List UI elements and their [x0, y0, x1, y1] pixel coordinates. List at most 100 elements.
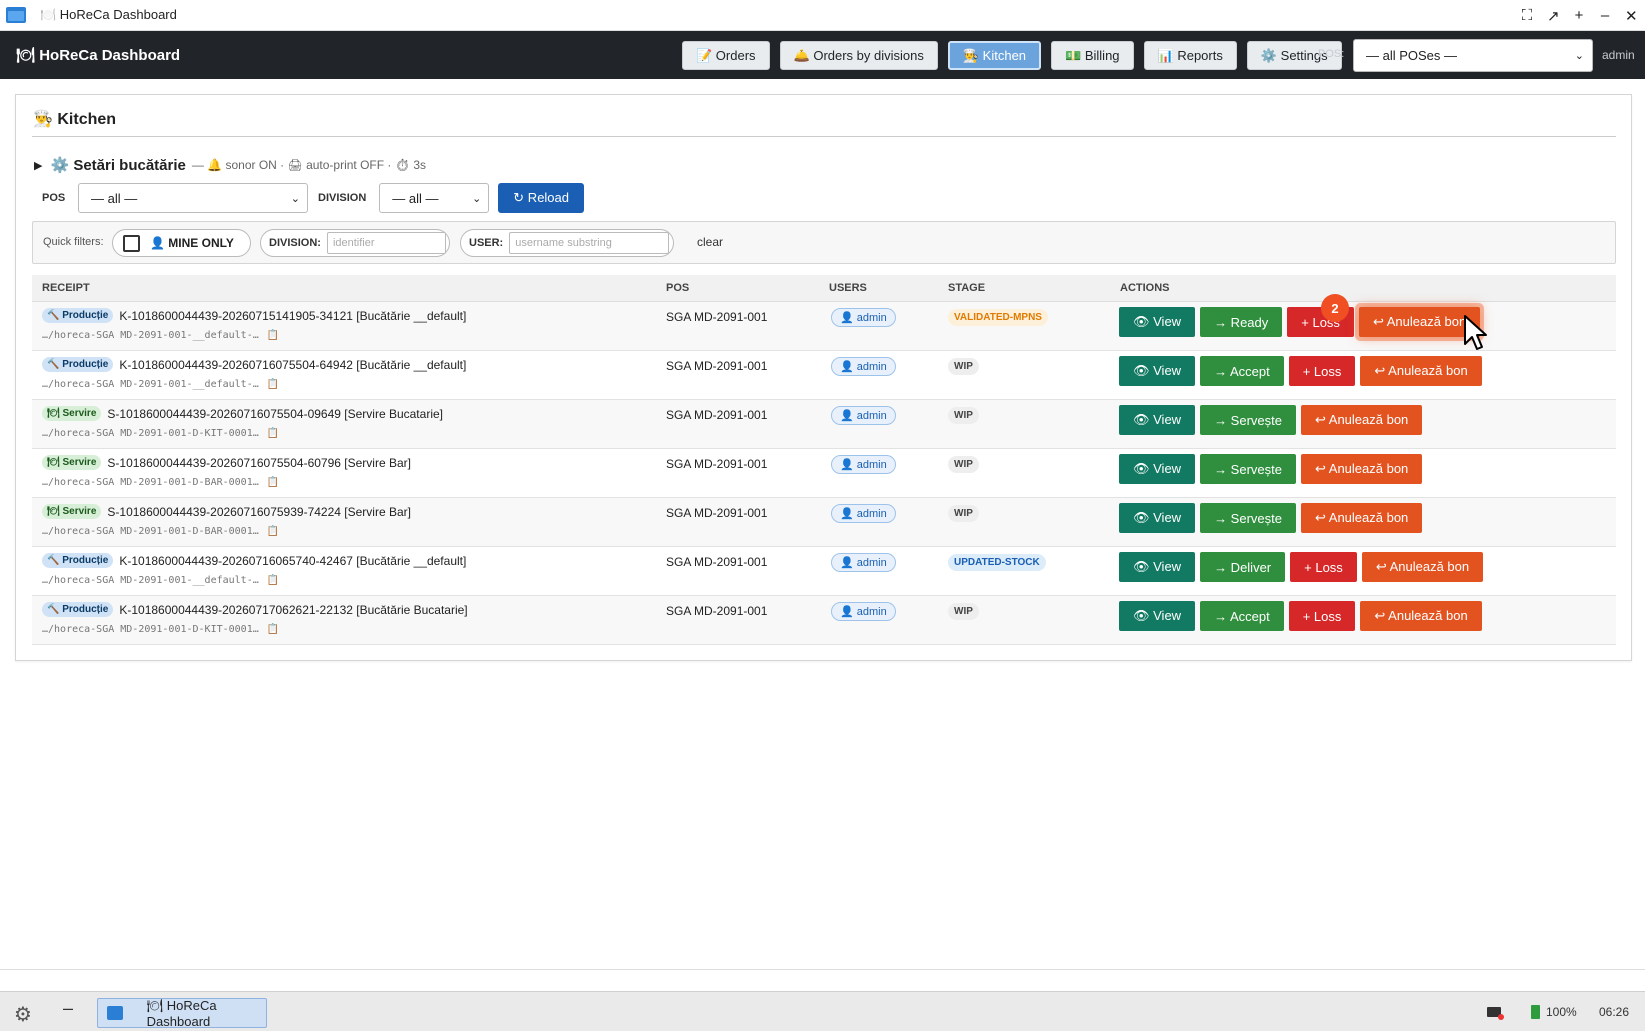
- expand-triangle-icon[interactable]: ▶: [34, 159, 42, 172]
- receipt-id[interactable]: K-1018600044439-20260716075504-64942 [Bu…: [119, 358, 466, 372]
- kitchen-settings-toggle[interactable]: ▶ ⚙️ Setări bucătărie — 🔔 sonor ON · 🖨 a…: [34, 156, 426, 174]
- row-pos: SGA MD-2091-001: [666, 359, 768, 373]
- receipt-id[interactable]: S-1018600044439-20260716075939-74224 [Se…: [107, 505, 411, 519]
- pos-filter-value: — all —: [91, 190, 138, 206]
- pos-select-label: POS:: [1318, 48, 1345, 60]
- view-button[interactable]: 👁 View: [1119, 405, 1196, 435]
- receipt-id[interactable]: K-1018600044439-20260715141905-34121 [Bu…: [119, 309, 466, 323]
- user-quick-input[interactable]: username substring: [509, 232, 670, 254]
- receipt-path-text: …/horeca-SGA MD-2091-001-__default-…: [42, 379, 259, 390]
- receipt-id[interactable]: S-1018600044439-20260716075504-60796 [Se…: [107, 456, 411, 470]
- receipt-cell: 🔨 Producție K-1018600044439-202607151419…: [42, 308, 466, 323]
- receipt-cell: 🔨 Producție K-1018600044439-202607160755…: [42, 357, 466, 372]
- copy-clipboard-icon[interactable]: 📋: [267, 330, 279, 341]
- next-stage-button[interactable]: → Ready: [1200, 307, 1283, 337]
- next-stage-button[interactable]: → Accept: [1200, 356, 1284, 386]
- cancel-receipt-button[interactable]: ↩ Anulează bon: [1360, 356, 1482, 386]
- reload-button[interactable]: ↻ Reload: [498, 183, 584, 213]
- receipt-type-badge: 🔨 Producție: [42, 357, 114, 372]
- view-button[interactable]: 👁 View: [1119, 454, 1196, 484]
- receipt-cell: 🔨 Producție K-1018600044439-202607160657…: [42, 553, 466, 568]
- copy-clipboard-icon[interactable]: 📋: [267, 428, 279, 439]
- copy-clipboard-icon[interactable]: 📋: [267, 477, 279, 488]
- minimize-icon[interactable]: –: [1599, 7, 1611, 24]
- view-button[interactable]: 👁 View: [1119, 552, 1196, 582]
- loss-button[interactable]: + Loss: [1288, 356, 1356, 386]
- next-stage-button[interactable]: → Deliver: [1200, 552, 1286, 582]
- next-stage-button[interactable]: → Servește: [1200, 503, 1296, 533]
- nav-orders-by-divisions-button[interactable]: 🛎️ Orders by divisions: [779, 41, 938, 70]
- quick-filters-bar: Quick filters: 👤 MINE ONLY DIVISION: ide…: [32, 221, 1616, 264]
- settings-gear-icon[interactable]: ⚙: [14, 1002, 32, 1027]
- receipt-path-text: …/horeca-SGA MD-2091-001-__default-…: [42, 575, 259, 586]
- next-stage-button[interactable]: → Servește: [1200, 454, 1296, 484]
- clear-filters-link[interactable]: clear: [697, 235, 723, 249]
- receipt-type-badge: 🍽 Servire: [42, 504, 102, 519]
- nav-kitchen-button[interactable]: 👨‍🍳 Kitchen: [947, 41, 1042, 70]
- division-filter-select[interactable]: — all — ⌄: [379, 183, 490, 213]
- table-row: 🔨 Producție K-1018600044439-202607170626…: [32, 596, 1616, 645]
- close-icon[interactable]: ✕: [1625, 7, 1638, 25]
- next-stage-button[interactable]: → Accept: [1200, 601, 1284, 631]
- loss-button[interactable]: + Loss: [1290, 552, 1357, 582]
- view-button[interactable]: 👁 View: [1119, 307, 1196, 337]
- stage-badge: WIP: [948, 505, 979, 522]
- row-pos: SGA MD-2091-001: [666, 408, 768, 422]
- cancel-receipt-button[interactable]: ↩ Anulează bon: [1300, 405, 1423, 435]
- battery-icon[interactable]: [1531, 1005, 1540, 1019]
- view-button[interactable]: 👁 View: [1119, 601, 1196, 631]
- quick-filters-label: Quick filters:: [43, 236, 104, 248]
- mine-only-toggle[interactable]: 👤 MINE ONLY: [112, 229, 251, 257]
- cancel-receipt-button[interactable]: ↩ Anulează bon: [1300, 503, 1423, 533]
- row-actions: 👁 View → Servește ↩ Anulează bon: [1119, 503, 1423, 533]
- division-filter-label: DIVISION: [318, 192, 367, 204]
- row-actions: 👁 View → Accept + Loss ↩ Anulează bon: [1119, 601, 1482, 631]
- next-stage-button[interactable]: → Servește: [1200, 405, 1296, 435]
- copy-clipboard-icon[interactable]: 📋: [267, 526, 279, 537]
- receipt-id[interactable]: S-1018600044439-20260716075504-09649 [Se…: [107, 407, 443, 421]
- pos-filter-select[interactable]: — all — ⌄: [78, 183, 308, 213]
- show-desktop-icon[interactable]: –: [63, 998, 73, 1019]
- loss-button[interactable]: + Loss: [1288, 601, 1356, 631]
- view-button[interactable]: 👁 View: [1119, 356, 1196, 386]
- user-quick-filter: USER: username substring: [460, 229, 674, 257]
- receipt-id[interactable]: K-1018600044439-20260716065740-42467 [Bu…: [119, 554, 466, 568]
- mine-only-checkbox[interactable]: [123, 234, 140, 252]
- division-quick-input[interactable]: identifier: [326, 232, 446, 254]
- network-disconnected-icon[interactable]: [1487, 1007, 1504, 1020]
- nav-billing-button[interactable]: 💵 Billing: [1051, 41, 1134, 70]
- window-titlebar: 🍽️ HoReCa Dashboard ⛶ ↗ + – ✕: [0, 0, 1645, 31]
- cancel-receipt-button[interactable]: ↩ Anulează bon: [1360, 601, 1482, 631]
- pos-global-select[interactable]: — all POSes — ⌄: [1353, 39, 1593, 72]
- user-badge: 👤 admin: [831, 602, 896, 621]
- nav-reports-button[interactable]: 📊 Reports: [1143, 41, 1237, 70]
- copy-clipboard-icon[interactable]: 📋: [267, 379, 279, 390]
- receipt-id[interactable]: K-1018600044439-20260717062621-22132 [Bu…: [119, 603, 467, 617]
- kitchen-settings-title: ⚙️ Setări bucătărie: [50, 157, 186, 174]
- nav-orders-button[interactable]: 📝 Orders: [682, 41, 770, 70]
- division-filter-value: — all —: [392, 190, 439, 206]
- app-brand[interactable]: 🍽 HoReCa Dashboard: [16, 46, 180, 64]
- receipt-path: …/horeca-SGA MD-2091-001-D-BAR-0001… 📋: [42, 526, 279, 537]
- user-badge: 👤 admin: [831, 553, 896, 572]
- copy-clipboard-icon[interactable]: 📋: [267, 624, 279, 635]
- restore-icon[interactable]: ↗: [1547, 7, 1560, 25]
- filter-row: POS — all — ⌄ DIVISION — all — ⌄ ↻ Reloa…: [32, 183, 584, 213]
- receipt-type-badge: 🍽 Servire: [42, 406, 102, 421]
- receipts-table: RECEIPT POS USERS STAGE ACTIONS 🔨 Produc…: [32, 275, 1616, 645]
- cancel-receipt-button[interactable]: ↩ Anulează bon: [1300, 454, 1423, 484]
- receipt-path-text: …/horeca-SGA MD-2091-001-D-KIT-0001…: [42, 624, 259, 635]
- taskbar: ⚙ – 🍽 HoReCa Dashboard 100% 06:26: [0, 991, 1645, 1031]
- receipt-path: …/horeca-SGA MD-2091-001-__default-… 📋: [42, 575, 279, 586]
- taskbar-app-label: 🍽 HoReCa Dashboard: [146, 997, 217, 1029]
- fullscreen-icon[interactable]: ⛶: [1521, 7, 1533, 24]
- view-button[interactable]: 👁 View: [1119, 503, 1196, 533]
- system-tray: 100%: [1487, 1005, 1577, 1020]
- maximize-icon[interactable]: +: [1573, 7, 1585, 24]
- division-quick-filter: DIVISION: identifier: [260, 229, 450, 257]
- receipt-path: …/horeca-SGA MD-2091-001-__default-… 📋: [42, 379, 279, 390]
- copy-clipboard-icon[interactable]: 📋: [267, 575, 279, 586]
- stage-badge: WIP: [948, 456, 979, 473]
- cancel-receipt-button[interactable]: ↩ Anulează bon: [1361, 552, 1484, 582]
- taskbar-app-button[interactable]: 🍽 HoReCa Dashboard: [97, 997, 267, 1029]
